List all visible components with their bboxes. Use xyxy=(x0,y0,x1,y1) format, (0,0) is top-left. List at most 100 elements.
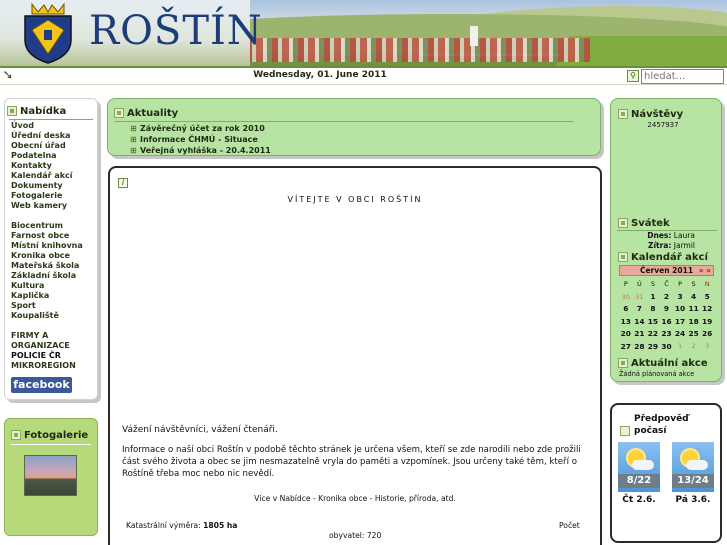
calendar-day[interactable]: 4 xyxy=(687,290,701,302)
calendar-day[interactable]: 30 xyxy=(619,290,633,302)
menu-item-knihovna[interactable]: Místní knihovna xyxy=(11,241,83,251)
calendar-week: 20 21 22 23 24 25 26 xyxy=(619,328,714,340)
calendar-day[interactable]: 13 xyxy=(619,315,633,327)
calendar-day[interactable]: 28 xyxy=(633,340,647,352)
calendar-day[interactable]: 21 xyxy=(633,328,647,340)
news-item[interactable]: ⊞ Veřejná vyhláška - 20.4.2011 xyxy=(130,145,271,156)
menu-item-obecni-urad[interactable]: Obecní úřad xyxy=(11,141,83,151)
menu-item-fotogalerie[interactable]: Fotogalerie xyxy=(11,191,83,201)
news-item-label[interactable]: Informace ČHMÚ - Situace xyxy=(140,135,258,144)
calendar-week: 30 31 1 2 3 4 5 xyxy=(619,290,714,302)
box-icon xyxy=(618,109,628,119)
right-sidebar: Návštěvy 2457937 Svátek Dnes: Laura Zítr… xyxy=(610,98,722,382)
weather-tile: 13/24 xyxy=(672,442,714,492)
menu-item-firmy[interactable]: FIRMY A xyxy=(11,331,83,341)
calendar-grid: P Ú S Č P S N 30 31 1 2 3 4 5 6 7 8 9 10… xyxy=(619,278,714,352)
actions-empty-text: Žádná plánovaná akce xyxy=(619,370,695,378)
search-icon[interactable]: ⚲ xyxy=(627,70,639,82)
facebook-button[interactable]: facebook xyxy=(11,377,72,393)
dow: S xyxy=(650,280,655,289)
actions-heading: Aktuální akce xyxy=(618,356,708,370)
menu-item-organizace[interactable]: ORGANIZACE xyxy=(11,341,83,351)
calendar-day[interactable]: 26 xyxy=(700,328,714,340)
calendar-day[interactable]: 11 xyxy=(687,303,701,315)
weather-tile: 8/22 xyxy=(618,442,660,492)
calendar-week: 6 7 8 9 10 11 12 xyxy=(619,303,714,315)
menu-item-kalendar-akci[interactable]: Kalendář akcí xyxy=(11,171,83,181)
calendar-day[interactable]: 15 xyxy=(646,315,660,327)
nameday-tomorrow-value: Jarmil xyxy=(673,241,695,250)
calendar-day[interactable]: 7 xyxy=(633,303,647,315)
calendar-day[interactable]: 20 xyxy=(619,328,633,340)
calendar-day[interactable]: 2 xyxy=(660,290,674,302)
menu-item-policie[interactable]: POLICIE ČR xyxy=(11,351,83,361)
menu-item-zakladni-skola[interactable]: Základní škola xyxy=(11,271,83,281)
gallery-title[interactable]: Fotogalerie xyxy=(24,430,88,441)
cloud-icon xyxy=(632,460,654,470)
coat-of-arms-icon xyxy=(24,2,72,64)
menu-item-kontakty[interactable]: Kontakty xyxy=(11,161,83,171)
calendar-day[interactable]: 19 xyxy=(700,315,714,327)
calendar-day[interactable]: 27 xyxy=(619,340,633,352)
calendar-day[interactable]: 10 xyxy=(673,303,687,315)
calendar-day[interactable]: 18 xyxy=(687,315,701,327)
menu-item-sport[interactable]: Sport xyxy=(11,301,83,311)
menu-spacer xyxy=(11,321,83,331)
menu-item-uvod[interactable]: Úvod xyxy=(11,121,83,131)
menu-heading: Nabídka xyxy=(7,104,66,118)
plus-box-icon: ⊞ xyxy=(130,135,137,144)
menu-item-podatelna[interactable]: Podatelna xyxy=(11,151,83,161)
calendar-day[interactable]: 14 xyxy=(633,315,647,327)
calendar-day[interactable]: 1 xyxy=(673,340,687,352)
calendar-day[interactable]: 22 xyxy=(646,328,660,340)
calendar-week: 13 14 15 16 17 18 19 xyxy=(619,315,714,327)
calendar-day[interactable]: 30 xyxy=(660,340,674,352)
menu-item-kronika[interactable]: Kronika obce xyxy=(11,251,83,261)
box-icon xyxy=(114,108,124,118)
news-item-label[interactable]: Veřejná vyhláška - 20.4.2011 xyxy=(140,146,271,155)
menu-item-mikroregion[interactable]: MIKROREGION xyxy=(11,361,83,371)
menu-item-kaplicka[interactable]: Kaplička xyxy=(11,291,83,301)
weather-temp: 8/22 xyxy=(618,474,660,488)
calendar-day[interactable]: 29 xyxy=(646,340,660,352)
calendar-day[interactable]: 6 xyxy=(619,303,633,315)
calendar-next-button[interactable]: » » xyxy=(699,266,711,275)
calendar-day[interactable]: 25 xyxy=(687,328,701,340)
menu-item-dokumenty[interactable]: Dokumenty xyxy=(11,181,83,191)
news-heading: Aktuality xyxy=(114,106,178,120)
calendar-day[interactable]: 5 xyxy=(700,290,714,302)
population-text: obyvatel: 720 xyxy=(329,531,382,540)
menu-item-biocentrum[interactable]: Biocentrum xyxy=(11,221,83,231)
news-item[interactable]: ⊞ Informace ČHMÚ - Situace xyxy=(130,134,271,145)
news-item-label[interactable]: Závěrečný účet za rok 2010 xyxy=(140,124,265,133)
dow: S xyxy=(691,280,696,289)
calendar-day[interactable]: 3 xyxy=(700,340,714,352)
menu-item-web-kamery[interactable]: Web kamery xyxy=(11,201,83,211)
menu-item-kultura[interactable]: Kultura xyxy=(11,281,83,291)
menu-item-koupaliste[interactable]: Koupaliště xyxy=(11,311,83,321)
calendar-day[interactable]: 8 xyxy=(646,303,660,315)
search-input[interactable] xyxy=(641,69,724,84)
calendar-day[interactable]: 2 xyxy=(687,340,701,352)
menu-item-farnost[interactable]: Farnost obce xyxy=(11,231,83,241)
box-icon xyxy=(618,358,628,368)
menu-item-uredni-deska[interactable]: Úřední deska xyxy=(11,131,83,141)
news-item[interactable]: ⊞ Závěrečný účet za rok 2010 xyxy=(130,123,271,134)
calendar-day[interactable]: 9 xyxy=(660,303,674,315)
site-title: ROŠTÍN xyxy=(89,8,263,54)
calendar-day[interactable]: 3 xyxy=(673,290,687,302)
gallery-photo[interactable] xyxy=(24,455,77,496)
calendar-heading: Kalendář akcí xyxy=(618,250,708,264)
menu-item-materska-skola[interactable]: Mateřská škola xyxy=(11,261,83,271)
calendar-day[interactable]: 31 xyxy=(633,290,647,302)
calendar-day[interactable]: 1 xyxy=(646,290,660,302)
weather-day: 8/22 Čt 2.6. xyxy=(618,442,660,508)
calendar-day[interactable]: 24 xyxy=(673,328,687,340)
calendar-day[interactable]: 23 xyxy=(660,328,674,340)
calendar-day[interactable]: 12 xyxy=(700,303,714,315)
banner-village xyxy=(230,38,590,62)
calendar-day[interactable]: 17 xyxy=(673,315,687,327)
nameday-heading: Svátek xyxy=(618,216,670,230)
news-list: ⊞ Závěrečný účet za rok 2010 ⊞ Informace Č… xyxy=(130,123,271,156)
calendar-day[interactable]: 16 xyxy=(660,315,674,327)
